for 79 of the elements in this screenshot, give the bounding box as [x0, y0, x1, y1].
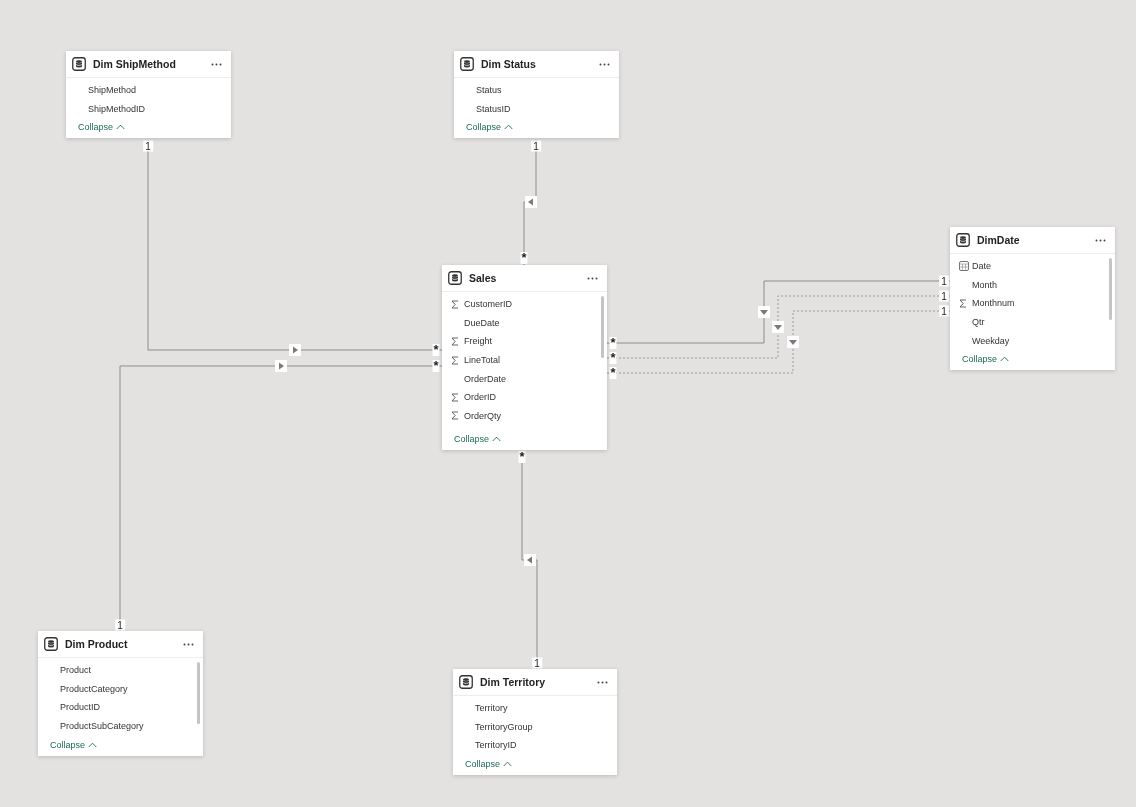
field-name[interactable]: Weekday — [972, 335, 1010, 346]
field-name[interactable]: Monthnum — [972, 298, 1015, 309]
field-name[interactable]: Qtr — [972, 317, 985, 328]
chevron-up-icon[interactable] — [88, 742, 98, 748]
cardinality-label: * — [520, 252, 528, 264]
collapse-link[interactable]: Collapse — [962, 354, 998, 364]
field-name[interactable]: Territory — [475, 703, 508, 714]
more-icon[interactable] — [211, 62, 222, 66]
database-icon — [44, 637, 58, 651]
field-name[interactable]: Product — [60, 665, 92, 676]
database-icon — [459, 675, 473, 689]
more-icon[interactable] — [1095, 238, 1106, 242]
chevron-up-icon[interactable] — [503, 761, 513, 767]
table-card[interactable]: Dim Territory Territory TerritoryGroup TerritoryID Collapse — [453, 669, 617, 775]
field-name[interactable]: ProductCategory — [60, 683, 128, 694]
field-name[interactable]: ProductID — [60, 702, 101, 713]
collapse-link[interactable]: Collapse — [454, 434, 490, 444]
field-name[interactable]: LineTotal — [464, 355, 501, 366]
cardinality-label: 1 — [143, 140, 153, 152]
field-name[interactable]: OrderDate — [464, 373, 507, 384]
table-card[interactable]: Sales CustomerID DueDate Freight LineTotal OrderDate OrderID OrderQty Collapse — [442, 265, 607, 450]
chevron-up-icon[interactable] — [504, 124, 514, 130]
scrollbar[interactable] — [601, 296, 604, 358]
scrollbar[interactable] — [1109, 258, 1112, 320]
database-icon — [956, 233, 970, 247]
field-name[interactable]: CustomerID — [464, 299, 512, 310]
sum-icon — [959, 299, 967, 308]
table-title: Dim ShipMethod — [93, 58, 177, 70]
cardinality-label: * — [609, 337, 617, 349]
cardinality-label: * — [609, 367, 617, 379]
table-card[interactable]: Dim Product Product ProductCategory ProductID ProductSubCategory Collapse — [38, 631, 203, 756]
more-icon[interactable] — [183, 642, 194, 646]
field-name[interactable]: Month — [972, 279, 997, 290]
chevron-up-icon[interactable] — [116, 124, 126, 130]
collapse-link[interactable]: Collapse — [466, 122, 502, 132]
table-title: DimDate — [977, 234, 1021, 246]
collapse-link[interactable]: Collapse — [50, 740, 86, 750]
cardinality-label: 1 — [532, 657, 542, 669]
cardinality-label: 1 — [115, 619, 125, 631]
field-name[interactable]: Status — [476, 85, 502, 96]
cardinality-label: * — [432, 360, 440, 372]
cardinality-label: 1 — [939, 305, 949, 317]
field-name[interactable]: OrderID — [464, 392, 496, 403]
more-icon[interactable] — [599, 62, 610, 66]
table-title: Sales — [469, 272, 498, 284]
chevron-up-icon[interactable] — [1000, 356, 1010, 362]
field-name[interactable]: OrderQty — [464, 410, 501, 421]
table-title: Dim Product — [65, 638, 129, 650]
cardinality-label: * — [432, 344, 440, 356]
database-icon — [72, 57, 86, 71]
field-name[interactable]: ShipMethod — [88, 85, 137, 96]
cardinality-label: 1 — [939, 275, 949, 287]
scrollbar[interactable] — [197, 662, 200, 724]
table-card[interactable]: DimDate Date Month Monthnum Qtr Weekday Collapse — [950, 227, 1115, 370]
field-name[interactable]: ShipMethodID — [88, 103, 146, 114]
field-name[interactable]: ProductSubCategory — [60, 721, 144, 732]
sum-icon — [451, 299, 459, 309]
collapse-link[interactable]: Collapse — [465, 759, 501, 769]
field-name[interactable]: TerritoryID — [475, 740, 517, 751]
chevron-up-icon[interactable] — [492, 436, 502, 442]
calendar-icon — [959, 261, 969, 272]
table-card[interactable]: Dim ShipMethod ShipMethod ShipMethodID Collapse — [66, 51, 231, 138]
table-title: Dim Territory — [480, 676, 547, 688]
more-icon[interactable] — [587, 276, 598, 280]
table-card[interactable]: Dim Status Status StatusID Collapse — [454, 51, 619, 138]
field-name[interactable]: Date — [972, 261, 991, 272]
field-name[interactable]: TerritoryGroup — [475, 721, 533, 732]
table-title: Dim Status — [481, 58, 537, 70]
collapse-link[interactable]: Collapse — [78, 122, 114, 132]
cardinality-label: 1 — [531, 140, 541, 152]
field-name[interactable]: Freight — [464, 336, 492, 347]
database-icon — [448, 271, 462, 285]
cardinality-label: * — [609, 352, 617, 364]
cardinality-label: 1 — [939, 290, 949, 302]
field-name[interactable]: DueDate — [464, 317, 500, 328]
field-name[interactable]: StatusID — [476, 103, 511, 114]
more-icon[interactable] — [597, 680, 608, 684]
database-icon — [460, 57, 474, 71]
cardinality-label: * — [518, 451, 526, 463]
